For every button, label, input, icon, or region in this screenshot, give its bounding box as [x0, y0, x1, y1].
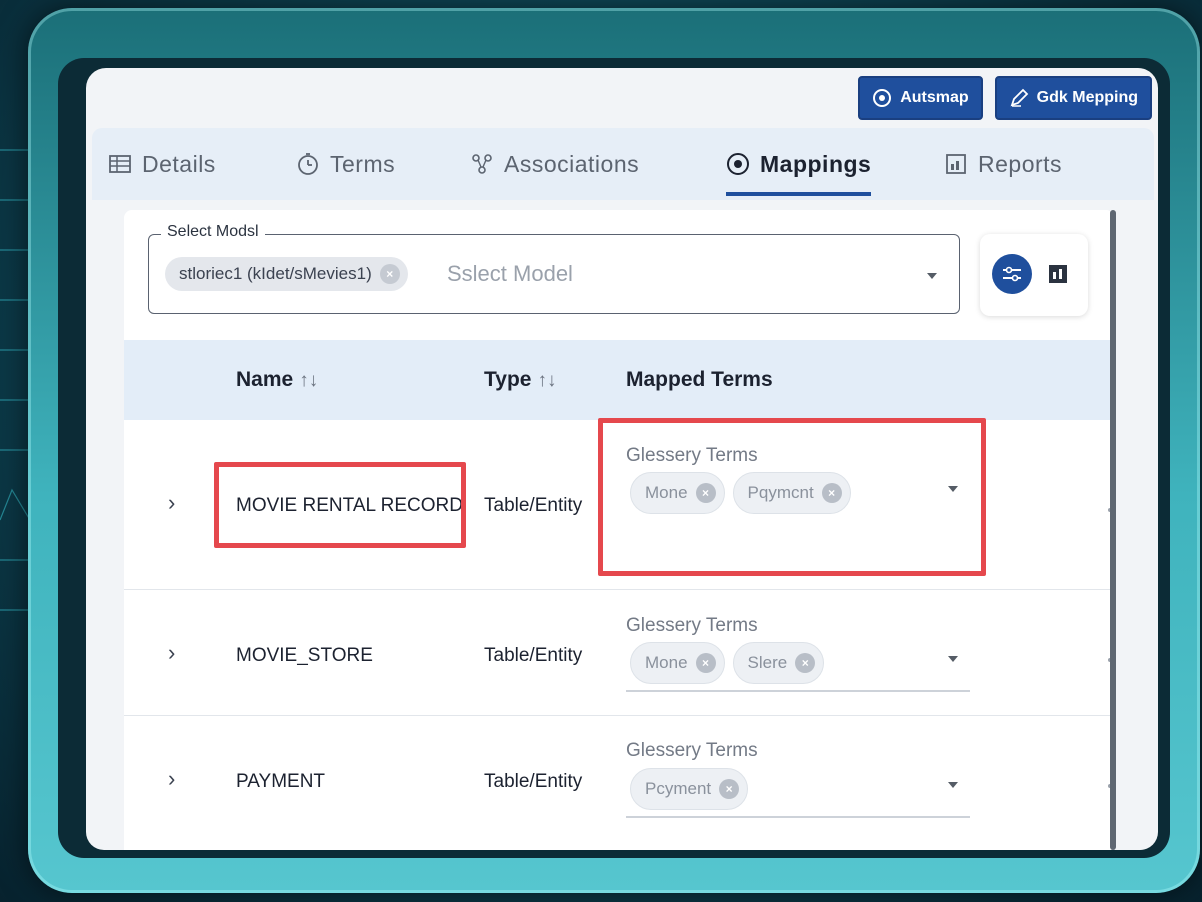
tab-terms-label: Terms — [330, 150, 396, 177]
mapping-icon — [727, 153, 749, 175]
tab-mappings-label: Mappings — [760, 150, 872, 177]
sort-icon[interactable]: ↑↓ — [537, 370, 556, 391]
column-type-label: Type — [484, 368, 532, 391]
table-icon — [109, 155, 131, 173]
remove-term-icon[interactable]: × — [695, 653, 716, 673]
filter-button[interactable] — [992, 254, 1032, 294]
table-row[interactable]: › PAYMENT Table/Entity Glessery Terms Pc… — [124, 716, 1114, 850]
term-chip-label: Mone — [645, 653, 688, 672]
scrollbar[interactable] — [1110, 210, 1116, 850]
terms-field-underline — [626, 690, 970, 692]
term-chip-label: Slere — [747, 653, 788, 672]
report-icon — [946, 154, 966, 174]
edit-mapping-label: Gdk Mepping — [1036, 89, 1138, 106]
column-mapped-terms-label: Mapped Terms — [626, 368, 773, 391]
remove-model-icon[interactable]: × — [379, 264, 400, 284]
glossary-terms-chips[interactable]: Mone × Slere × — [630, 642, 825, 684]
glossary-terms-label: Glessery Terms — [626, 615, 758, 636]
network-icon — [472, 154, 492, 174]
selected-model-chip[interactable]: stloriec1 (kIdet/sMevies1) × — [165, 257, 408, 291]
column-name-label: Name — [236, 368, 294, 391]
row-type: Table/Entity — [484, 771, 583, 792]
model-select-legend: Select Modsl — [161, 223, 265, 241]
model-select[interactable]: Select Modsl stloriec1 (kIdet/sMevies1) … — [148, 223, 960, 314]
expand-chevron-icon[interactable]: › — [168, 640, 175, 666]
chevron-down-icon[interactable] — [948, 782, 958, 788]
model-select-placeholder: Sslect Model — [447, 261, 573, 286]
remove-term-icon[interactable]: × — [719, 779, 740, 799]
remove-term-icon[interactable]: × — [795, 653, 816, 673]
sort-icon[interactable]: ↑↓ — [299, 370, 318, 391]
highlight-box-name — [214, 462, 466, 548]
clock-icon — [298, 153, 318, 175]
edit-mapping-button[interactable]: Gdk Mepping — [994, 76, 1152, 120]
chevron-down-icon[interactable] — [948, 656, 958, 662]
selected-model-label: stloriec1 (kIdet/sMevies1) — [179, 264, 372, 283]
table-header: Name ↑↓ Type ↑↓ Mapped Terms — [124, 340, 1114, 420]
column-name[interactable]: Name ↑↓ — [236, 368, 318, 392]
expand-chevron-icon[interactable]: › — [168, 490, 175, 516]
tab-terms[interactable]: Terms — [296, 128, 395, 200]
grid-view-icon[interactable] — [1048, 264, 1068, 284]
view-toolbar — [980, 234, 1088, 316]
tab-bar: Details Terms Associations Mappings Repo… — [92, 128, 1154, 200]
tab-mappings[interactable]: Mappings — [726, 128, 872, 200]
table-row[interactable]: › MOVIE_STORE Table/Entity Glessery Term… — [124, 590, 1114, 716]
mapping-panel: Autsmap Gdk Mepping Details Terms Associ… — [86, 68, 1158, 850]
row-type: Table/Entity — [484, 645, 583, 666]
column-type[interactable]: Type ↑↓ — [484, 368, 556, 392]
highlight-box-mapped-terms — [598, 418, 986, 576]
expand-chevron-icon[interactable]: › — [168, 766, 175, 792]
top-actions: Autsmap Gdk Mepping — [858, 76, 1152, 120]
automap-label: Autsmap — [900, 89, 969, 106]
tab-reports[interactable]: Reports — [944, 128, 1062, 200]
glossary-terms-chips[interactable]: Pcyment × — [630, 768, 749, 810]
glossary-terms-label: Glessery Terms — [626, 740, 758, 761]
tab-details-label: Details — [142, 150, 216, 177]
tab-reports-label: Reports — [978, 150, 1063, 177]
row-type: Table/Entity — [484, 495, 583, 516]
tab-associations[interactable]: Associations — [470, 128, 639, 200]
column-mapped-terms: Mapped Terms — [626, 368, 773, 392]
term-chip[interactable]: Mone × — [630, 642, 725, 684]
automap-button[interactable]: Autsmap — [858, 76, 983, 120]
term-chip[interactable]: Pcyment × — [630, 768, 749, 810]
mappings-content: Select Modsl stloriec1 (kIdet/sMevies1) … — [124, 210, 1114, 850]
term-chip-label: Pcyment — [645, 779, 712, 798]
pencil-icon — [1010, 88, 1028, 107]
row-name: PAYMENT — [236, 771, 326, 792]
term-chip[interactable]: Slere × — [732, 642, 825, 684]
chevron-down-icon[interactable] — [927, 273, 937, 279]
terms-field-underline — [626, 816, 970, 818]
tab-details[interactable]: Details — [108, 128, 216, 200]
sliders-icon — [1003, 266, 1021, 282]
tab-associations-label: Associations — [504, 150, 640, 177]
row-name: MOVIE_STORE — [236, 645, 373, 666]
automap-icon — [873, 89, 892, 107]
